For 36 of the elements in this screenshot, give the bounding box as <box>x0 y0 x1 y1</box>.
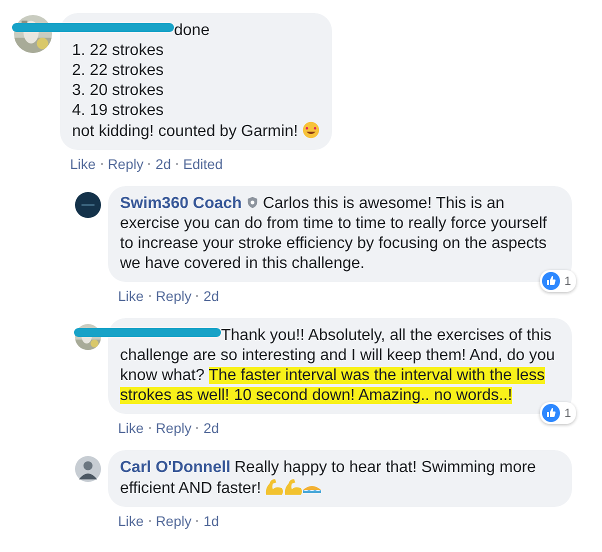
like-icon <box>542 272 560 290</box>
like-count-badge[interactable]: 1 <box>540 402 576 424</box>
action-link[interactable]: Reply <box>156 288 192 304</box>
comment-text: done 1. 22 strokes 2. 22 strokes 3. 20 strokes 4. 19 strokes not kidding! counted by Garmin! <box>72 21 320 142</box>
comment-text: Carl O'Donnell Really happy to hear that! Swimming more efficient AND faster! <box>120 458 537 499</box>
action-link[interactable]: 1d <box>203 513 220 529</box>
swimmer-emoji-icon <box>303 484 322 493</box>
author-name[interactable]: Carl O'Donnell <box>120 459 230 476</box>
action-link[interactable]: 2d <box>203 288 220 304</box>
separator-dot <box>148 520 151 522</box>
author-name[interactable]: Swim360 Coach <box>120 195 242 212</box>
logo-avatar-icon[interactable] <box>75 192 101 218</box>
separator-dot <box>148 295 151 297</box>
avatar-icon[interactable] <box>75 456 101 482</box>
action-link[interactable]: Reply <box>156 513 192 529</box>
flexed-arm-emoji-icon <box>265 478 284 496</box>
action-link[interactable]: 2d <box>203 420 220 436</box>
action-link[interactable]: Like <box>118 513 144 529</box>
like-icon <box>542 404 560 422</box>
action-link[interactable]: Edited <box>183 156 223 172</box>
separator-dot <box>196 427 198 429</box>
action-link[interactable]: 2d <box>155 156 172 172</box>
like-count-badge[interactable]: 1 <box>540 270 576 292</box>
separator-dot <box>176 163 178 165</box>
separator-dot <box>148 163 150 165</box>
action-link[interactable]: Reply <box>156 420 192 436</box>
action-link[interactable]: Reply <box>108 156 144 172</box>
flexed-arm-emoji-icon <box>284 478 302 496</box>
separator-dot <box>100 163 103 165</box>
heart-eyes-emoji-icon <box>302 121 320 139</box>
action-link[interactable]: Like <box>118 420 144 436</box>
action-link[interactable]: Like <box>118 288 144 304</box>
separator-dot <box>196 295 198 297</box>
separator-dot <box>148 427 151 429</box>
separator-dot <box>196 520 198 522</box>
action-link[interactable]: Like <box>70 156 96 172</box>
